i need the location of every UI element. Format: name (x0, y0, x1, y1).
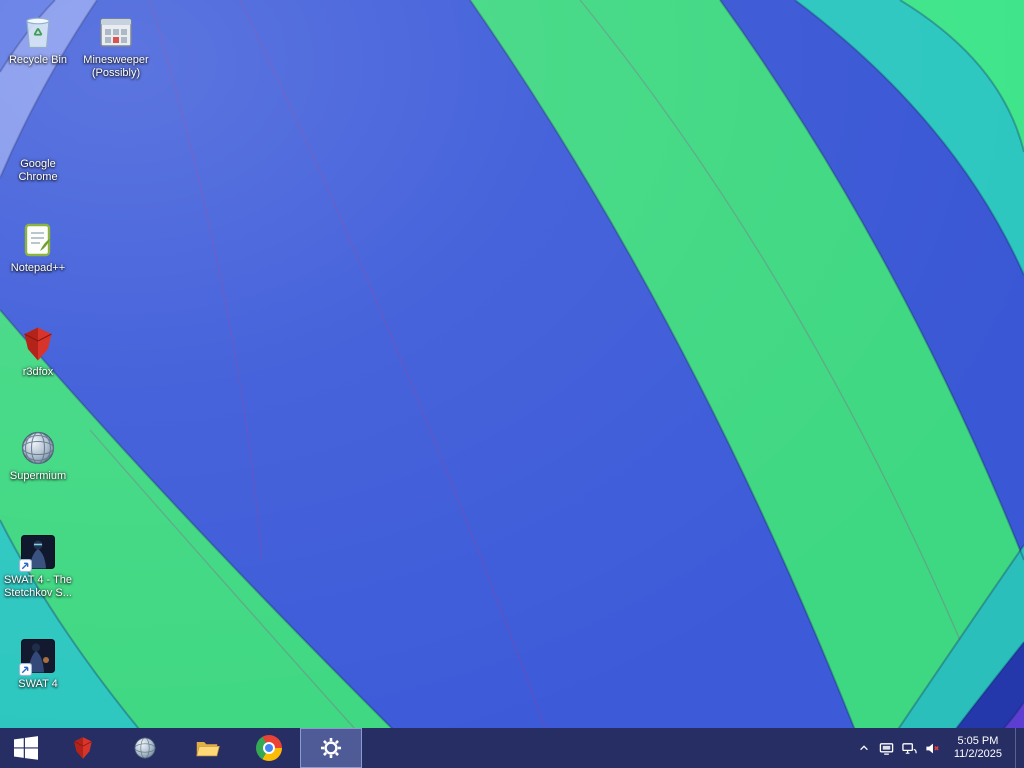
tray-volume-muted-icon[interactable] (925, 740, 941, 756)
desktop-icon-label: Minesweeper (83, 54, 149, 66)
show-desktop-button[interactable] (1015, 728, 1022, 768)
r3dfox-icon (18, 324, 58, 364)
wallpaper-image (0, 0, 1024, 768)
clock-time: 5:05 PM (957, 735, 999, 747)
minesweeper-icon (96, 12, 136, 52)
desktop-icon-recycle-bin[interactable]: Recycle Bin (0, 12, 76, 67)
desktop-icon-label: Google (20, 158, 56, 170)
taskbar-pinned-settings[interactable] (300, 728, 362, 768)
taskbar-clock[interactable]: 5:05 PM 11/2/2025 (954, 735, 1002, 761)
desktop-icon-label: Supermium (9, 470, 67, 482)
desktop-icon-label: Recycle Bin (8, 54, 68, 66)
taskbar-pinned-chrome[interactable] (238, 728, 300, 768)
desktop[interactable]: Recycle Bin Minesweeper (Possibly) Googl… (0, 0, 1024, 768)
desktop-icon-label: Chrome (18, 171, 58, 183)
desktop-icon-r3dfox[interactable]: r3dfox (0, 324, 76, 379)
taskbar: 5:05 PM 11/2/2025 (0, 728, 1024, 768)
supermium-icon (134, 737, 156, 759)
desktop-icon-minesweeper[interactable]: Minesweeper (Possibly) (78, 12, 154, 80)
start-button[interactable] (0, 728, 52, 768)
desktop-icon-label: Notepad++ (10, 262, 66, 274)
swat4-stetchkov-icon (18, 532, 58, 572)
chrome-icon (256, 735, 282, 761)
clock-date: 11/2/2025 (953, 748, 1002, 760)
chevron-up-icon (859, 745, 868, 751)
desktop-icon-label: (Possibly) (91, 67, 141, 79)
notepad-plus-plus-icon (18, 220, 58, 260)
desktop-icon-supermium[interactable]: Supermium (0, 428, 76, 483)
supermium-icon (18, 428, 58, 468)
tray-display-icon[interactable] (879, 740, 895, 756)
chrome-icon (18, 116, 58, 156)
shortcut-arrow-icon (19, 663, 32, 676)
taskbar-pinned-supermium[interactable] (114, 728, 176, 768)
show-hidden-icons-button[interactable] (856, 740, 872, 756)
taskbar-pinned-r3dfox[interactable] (52, 728, 114, 768)
desktop-icon-label: r3dfox (22, 366, 54, 378)
taskbar-pinned-file-explorer[interactable] (176, 728, 238, 768)
shortcut-arrow-icon (19, 559, 32, 572)
desktop-icon-label: Stetchkov S... (4, 587, 72, 599)
desktop-icon-notepad-plus-plus[interactable]: Notepad++ (0, 220, 76, 275)
swat4-icon (18, 636, 58, 676)
desktop-icon-label: SWAT 4 (18, 678, 58, 690)
desktop-icon-swat4-stetchkov[interactable]: SWAT 4 - The Stetchkov S... (0, 532, 76, 600)
system-tray: 5:05 PM 11/2/2025 (856, 728, 1024, 768)
tray-network-icon[interactable] (902, 740, 918, 756)
desktop-icon-swat4[interactable]: SWAT 4 (0, 636, 76, 691)
recycle-bin-icon (18, 12, 58, 52)
desktop-icon-label: SWAT 4 - The (3, 574, 73, 586)
file-explorer-icon (196, 741, 220, 757)
desktop-icon-google-chrome[interactable]: Google Chrome (0, 116, 76, 184)
settings-gear-icon (320, 737, 342, 759)
r3dfox-icon (74, 737, 92, 759)
windows-logo-icon (14, 736, 38, 760)
